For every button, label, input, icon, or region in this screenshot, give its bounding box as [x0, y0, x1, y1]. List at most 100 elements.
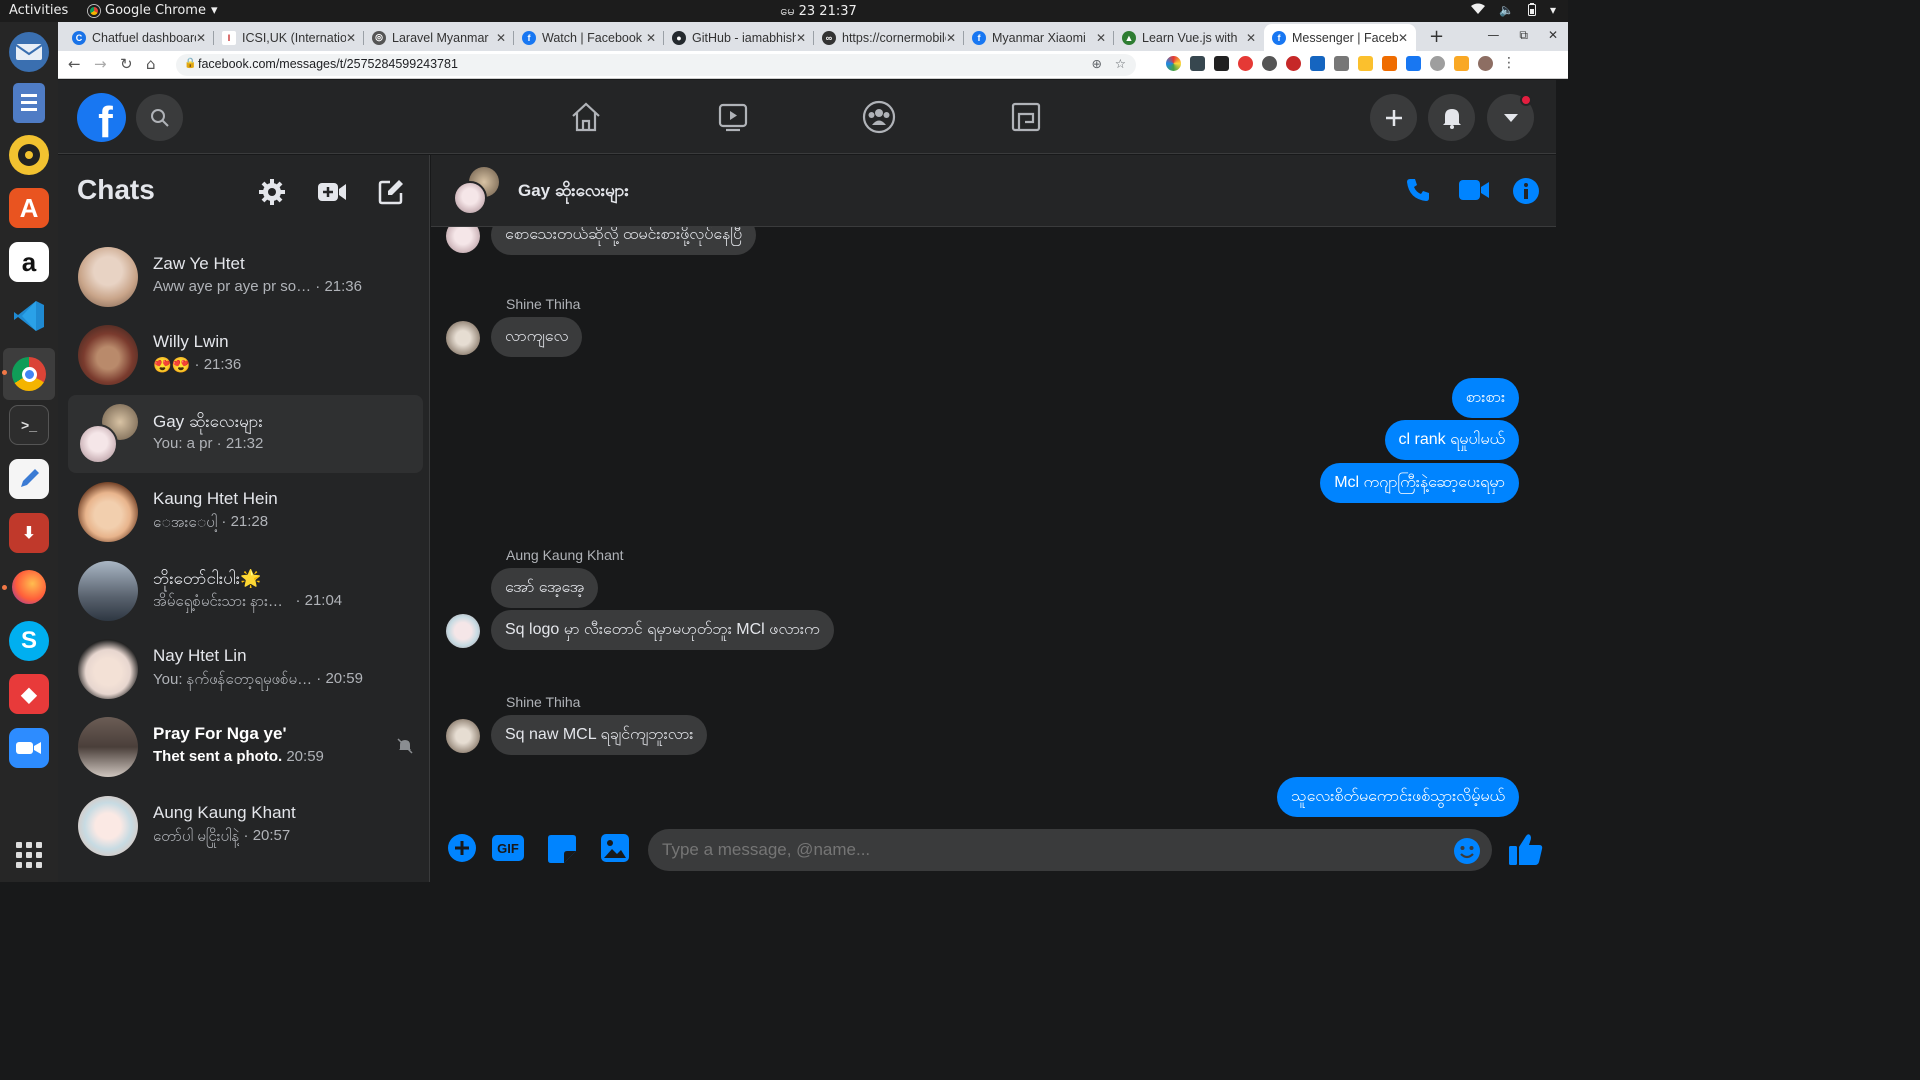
like-button[interactable] — [1509, 833, 1543, 869]
rhythmbox-icon[interactable] — [9, 135, 49, 175]
extension-icon[interactable] — [1358, 56, 1373, 71]
video-call-button[interactable] — [1458, 179, 1490, 205]
message-bubble-outgoing[interactable]: စားစား — [1451, 378, 1519, 418]
photo-button[interactable] — [601, 834, 629, 866]
chrome-menu-icon[interactable]: ⋮ — [1502, 56, 1516, 71]
emoji-button[interactable] — [1453, 837, 1481, 869]
tab-close-icon[interactable]: ✕ — [646, 31, 656, 45]
browser-tab[interactable]: ▲ Learn Vue.js with ✕ — [1114, 24, 1264, 51]
message-bubble-incoming[interactable]: စောသေးတယ်ဆိုလို့ ထမင်းစားဖို့လုပ်နေပြီ — [491, 227, 757, 255]
new-room-button[interactable] — [314, 174, 350, 210]
app-menu[interactable]: Google Chrome ▾ — [88, 3, 218, 18]
nav-gaming[interactable] — [1008, 99, 1044, 135]
message-bubble-incoming[interactable]: အော် အေ့အေ့ — [491, 568, 599, 608]
message-input[interactable] — [648, 829, 1492, 871]
profile-avatar[interactable] — [1478, 56, 1493, 71]
vue-devtools-icon[interactable] — [1334, 56, 1349, 71]
message-bubble-incoming[interactable]: Sq logo မှာ လီးတောင် ရမှာမဟုတ်ဘူး MCl ဖလ… — [491, 610, 834, 650]
zoom-icon[interactable] — [9, 728, 49, 768]
message-bubble-incoming[interactable]: လာကျလေ — [491, 317, 583, 357]
more-actions-button[interactable] — [447, 833, 477, 867]
chat-list-item[interactable]: Aung Kaung Khant တော်ပါ မငြိုးပါနဲ့ · 20… — [68, 787, 423, 865]
back-button[interactable]: ← — [68, 55, 81, 73]
message-bubble-outgoing[interactable]: cl rank ရမှုပါမယ် — [1384, 420, 1519, 460]
facebook-logo[interactable]: f — [77, 93, 126, 142]
show-applications-icon[interactable] — [16, 842, 42, 868]
forward-button[interactable]: → — [94, 55, 107, 73]
system-clock[interactable]: မေ 23 21:37 — [780, 3, 857, 22]
nav-watch[interactable] — [715, 99, 751, 135]
tab-close-icon[interactable]: ✕ — [1398, 31, 1408, 45]
chat-list-item-selected[interactable]: Gay ဆိုးလေးများ You: a pr · 21:32 — [68, 395, 423, 473]
activities-button[interactable]: Activities — [9, 3, 68, 18]
nav-groups[interactable] — [861, 99, 897, 135]
software-center-icon[interactable]: A — [9, 188, 49, 228]
keyboard-extension-icon[interactable] — [1214, 56, 1229, 71]
settings-button[interactable] — [254, 174, 290, 210]
pocket-extension-icon[interactable] — [1238, 56, 1253, 71]
chat-list-item[interactable]: Zaw Ye Htet Aww aye pr aye pr so… · 21:3… — [68, 238, 423, 316]
amazon-icon[interactable]: a — [9, 242, 49, 282]
zoom-icon[interactable]: ⊕ — [1092, 56, 1102, 71]
address-bar[interactable]: 🔒 facebook.com/messages/t/25752845992437… — [176, 54, 1136, 76]
close-window-button[interactable]: ✕ — [1548, 28, 1558, 43]
terminal-icon[interactable]: >_ — [9, 405, 49, 445]
chat-list-item-unread[interactable]: Pray For Nga ye' Thet sent a photo. 20:5… — [68, 708, 423, 786]
thunderbird-icon[interactable] — [9, 32, 49, 72]
bookmark-star-icon[interactable]: ☆ — [1115, 56, 1126, 71]
skype-icon[interactable]: S — [9, 621, 49, 661]
chat-list-item[interactable]: Nay Htet Lin You: နက်ဖန်တော့ရမှဖစ်မ… · 2… — [68, 630, 423, 708]
translate-extension-icon[interactable] — [1310, 56, 1325, 71]
new-message-button[interactable] — [373, 174, 409, 210]
color-picker-extension-icon[interactable] — [1166, 56, 1181, 71]
facebook-extension-icon[interactable] — [1406, 56, 1421, 71]
browser-tab[interactable]: I ICSI,UK (International ✕ — [214, 24, 364, 51]
home-button[interactable]: ⌂ — [146, 55, 156, 73]
text-editor-icon[interactable] — [9, 459, 49, 499]
browser-tab[interactable]: ◎ Laravel Myanmar ✕ — [364, 24, 514, 51]
browser-tab[interactable]: C Chatfuel dashboard ✕ — [64, 24, 214, 51]
group-avatar[interactable] — [453, 167, 503, 217]
tab-close-icon[interactable]: ✕ — [196, 31, 206, 45]
gif-button[interactable]: GIF — [492, 835, 524, 865]
anydesk-icon[interactable]: ◆ — [9, 674, 49, 714]
message-bubble-outgoing[interactable]: Mcl ကဂျာကြီးနဲ့ဆော့ပေးရမှာ — [1320, 463, 1519, 503]
extension-icon[interactable] — [1430, 56, 1445, 71]
restore-button[interactable]: ⧉ — [1519, 28, 1528, 43]
firefox-icon[interactable] — [9, 567, 49, 607]
tab-close-icon[interactable]: ✕ — [1096, 31, 1106, 45]
new-tab-button[interactable]: + — [1429, 26, 1444, 47]
chat-list-item[interactable]: ဘိုးတော်ငါးပါး🌟 အိမ်ရှေ့စံမင်းသား နား… ·… — [68, 552, 423, 630]
minimize-button[interactable]: — — [1487, 28, 1499, 43]
vscode-icon[interactable] — [9, 296, 49, 336]
download-manager-icon[interactable]: ⬇ — [9, 513, 49, 553]
notifications-button[interactable] — [1428, 94, 1475, 141]
extension-icon[interactable] — [1382, 56, 1397, 71]
sticker-button[interactable] — [548, 835, 576, 867]
tab-close-icon[interactable]: ✕ — [946, 31, 956, 45]
chrome-dock-icon[interactable] — [9, 354, 49, 394]
browser-tab[interactable]: f Watch | Facebook ✕ — [514, 24, 664, 51]
tab-close-icon[interactable]: ✕ — [346, 31, 356, 45]
voice-call-button[interactable] — [1405, 177, 1431, 207]
system-tray[interactable]: 🔈 ▾ — [1471, 3, 1556, 19]
page-scrollbar[interactable] — [1556, 80, 1568, 882]
browser-tab-active[interactable]: f Messenger | Facebook ✕ — [1264, 24, 1416, 51]
tab-close-icon[interactable]: ✕ — [1246, 31, 1256, 45]
message-bubble-outgoing[interactable]: သူလေးစိတ်မကောင်းဖစ်သွားလိမ့်မယ် — [1277, 777, 1519, 817]
search-button[interactable] — [136, 94, 183, 141]
browser-tab[interactable]: ∞ https://cornermobile ✕ — [814, 24, 964, 51]
tab-close-icon[interactable]: ✕ — [496, 31, 506, 45]
eyedropper-extension-icon[interactable] — [1190, 56, 1205, 71]
reload-button[interactable]: ↻ — [120, 55, 133, 73]
create-button[interactable] — [1370, 94, 1417, 141]
extension-icon[interactable] — [1454, 56, 1469, 71]
extension-icon[interactable] — [1286, 56, 1301, 71]
extension-icon[interactable] — [1262, 56, 1277, 71]
browser-tab[interactable]: f Myanmar Xiaomi ✕ — [964, 24, 1114, 51]
conversation-title[interactable]: Gay ဆိုးလေးများ — [518, 180, 629, 205]
nav-home[interactable] — [568, 99, 604, 135]
chat-list-item[interactable]: Willy Lwin 😍😍 · 21:36 — [68, 316, 423, 394]
message-bubble-incoming[interactable]: Sq naw MCL ရချင်ကျဘူးလား — [491, 715, 708, 755]
conversation-info-button[interactable] — [1512, 177, 1540, 209]
